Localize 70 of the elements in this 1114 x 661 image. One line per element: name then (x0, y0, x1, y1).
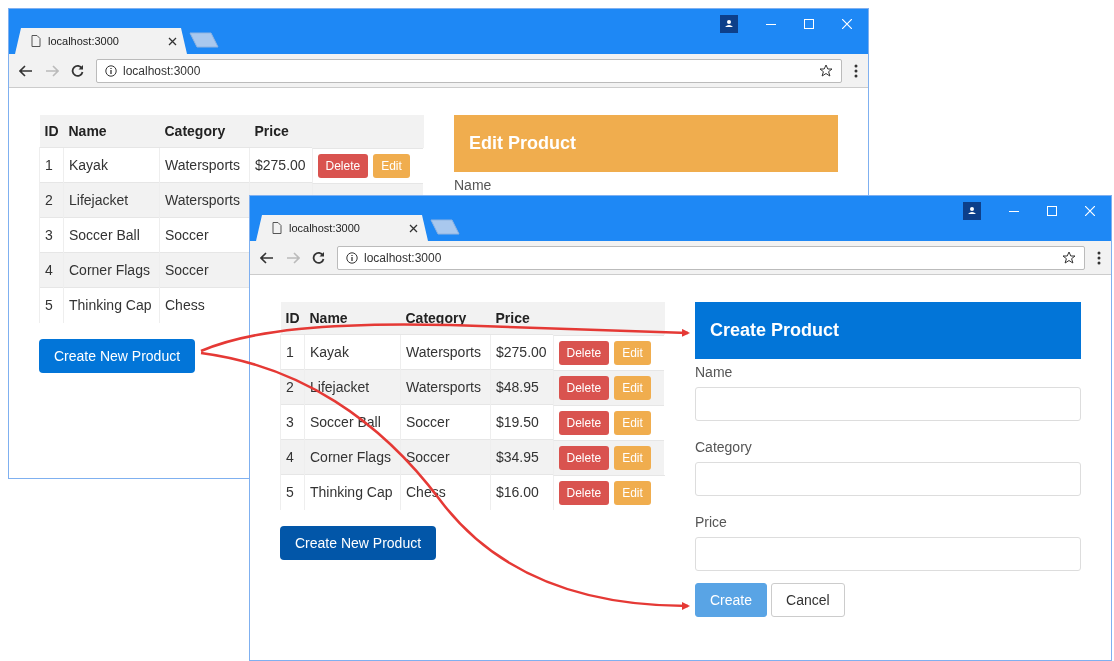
table-cell: 5 (39, 287, 64, 323)
page-icon (31, 35, 41, 47)
column-header: ID (39, 115, 64, 148)
info-icon (346, 251, 358, 264)
close-icon[interactable] (409, 223, 418, 233)
column-header: Price (249, 115, 312, 148)
table-cell: Lifejacket (304, 369, 401, 405)
create-new-product-button[interactable]: Create New Product (280, 525, 437, 560)
table-cell: $16.00 (490, 474, 553, 510)
column-header: ID (280, 302, 305, 335)
menu-icon[interactable] (854, 63, 858, 78)
browser-tab[interactable]: localhost:3000 (15, 28, 187, 54)
input-field[interactable] (695, 387, 1081, 421)
column-header: Name (63, 115, 160, 148)
delete-button[interactable]: Delete (558, 375, 610, 400)
maximize-icon[interactable] (804, 19, 814, 29)
field-label: Price (695, 514, 728, 530)
table-cell: 5 (280, 474, 305, 510)
cancel-button[interactable]: Cancel (771, 583, 845, 617)
reload-icon[interactable] (312, 251, 325, 264)
page-icon (272, 222, 282, 234)
table-cell: $48.95 (490, 369, 553, 405)
field-label: Name (454, 177, 493, 193)
input-field[interactable] (695, 462, 1081, 496)
browser-tab[interactable]: localhost:3000 (256, 215, 428, 241)
table-cell: 2 (39, 182, 64, 218)
table-cell: Thinking Cap (304, 474, 401, 510)
close-icon[interactable] (168, 36, 177, 46)
star-icon[interactable] (1062, 250, 1076, 265)
new-tab-icon[interactable] (189, 32, 219, 48)
table-cell: Corner Flags (63, 252, 160, 288)
field-label: Category (695, 439, 753, 455)
table-cell: Soccer (400, 439, 491, 475)
address-bar[interactable]: localhost:3000 (96, 58, 842, 83)
back-arrow-icon[interactable] (19, 64, 33, 77)
create-new-product-button[interactable]: Create New Product (39, 338, 196, 373)
tab-title: localhost:3000 (48, 35, 120, 47)
menu-icon[interactable] (1097, 250, 1101, 265)
field-label: Name (695, 364, 734, 380)
panel-header: Edit Product (454, 115, 838, 172)
profile-icon[interactable] (720, 15, 738, 33)
back-arrow-icon[interactable] (260, 251, 274, 264)
table-cell: Thinking Cap (63, 287, 160, 323)
table-cell: $34.95 (490, 439, 553, 475)
delete-button[interactable]: Delete (317, 153, 369, 178)
table-cell: Corner Flags (304, 439, 401, 475)
address-bar[interactable]: localhost:3000 (337, 245, 1085, 270)
input-field[interactable] (695, 537, 1081, 571)
maximize-icon[interactable] (1047, 206, 1057, 216)
panel-header: Create Product (695, 302, 1081, 359)
delete-button[interactable]: Delete (558, 410, 610, 435)
table-cell: 2 (280, 369, 305, 405)
table-cell: Soccer (159, 252, 250, 288)
table-cell: Watersports (400, 369, 491, 405)
delete-button[interactable]: Delete (558, 445, 610, 470)
column-header: Category (400, 302, 491, 335)
reload-icon[interactable] (71, 64, 84, 77)
tab-title: localhost:3000 (289, 222, 361, 234)
delete-button[interactable]: Delete (558, 340, 610, 365)
delete-button[interactable]: Delete (558, 480, 610, 505)
column-header: Name (304, 302, 401, 335)
profile-icon[interactable] (963, 202, 981, 220)
table-cell: Lifejacket (63, 182, 160, 218)
column-header: Category (159, 115, 250, 148)
table-cell: 4 (280, 439, 305, 475)
new-tab-icon[interactable] (430, 219, 460, 235)
table-cell: Watersports (159, 182, 250, 218)
info-icon (105, 64, 117, 77)
table-cell: 4 (39, 252, 64, 288)
star-icon[interactable] (819, 63, 833, 78)
